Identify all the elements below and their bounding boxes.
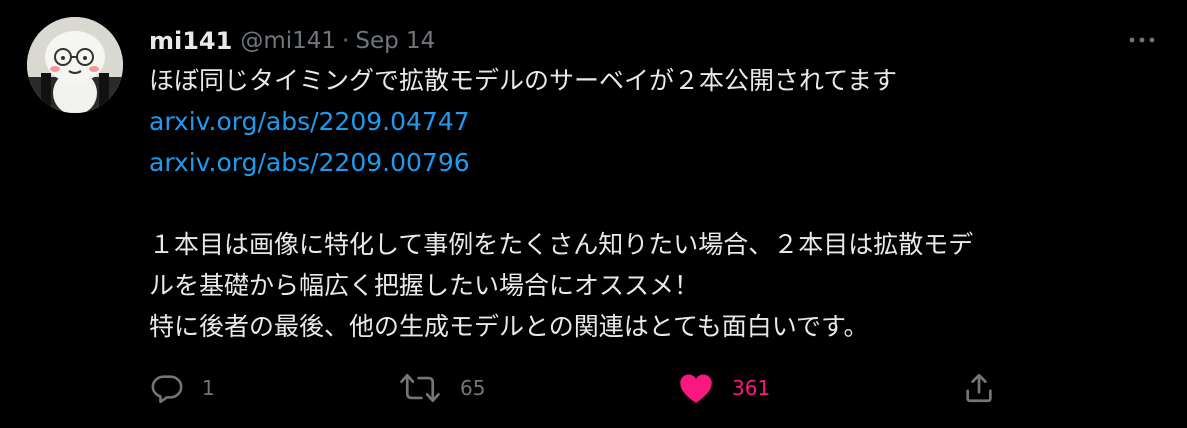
like-count: 361 bbox=[732, 376, 771, 400]
tweet-link-2[interactable]: arxiv.org/abs/2209.00796 bbox=[149, 142, 1159, 183]
share-icon bbox=[966, 373, 992, 403]
retweet-icon bbox=[400, 373, 440, 403]
user-handle[interactable]: @mi141 bbox=[240, 28, 336, 54]
tweet-text-line: ほぼ同じタイミングで拡散モデルのサーベイが２本公開されてます bbox=[149, 66, 898, 95]
share-button[interactable] bbox=[962, 366, 996, 410]
tweet-link-1[interactable]: arxiv.org/abs/2209.04747 bbox=[149, 101, 1159, 142]
reply-count: 1 bbox=[202, 376, 215, 400]
tweet-text-line: ルを基礎から幅広く把握したい場合にオススメ！ bbox=[149, 271, 700, 300]
separator-dot: · bbox=[342, 28, 350, 54]
avatar-image bbox=[27, 17, 123, 113]
display-name[interactable]: mi141 bbox=[149, 27, 232, 55]
reply-button[interactable]: 1 bbox=[150, 366, 215, 410]
more-icon bbox=[1129, 37, 1155, 43]
tweet-header: mi141 @mi141 · Sep 14 bbox=[149, 24, 435, 58]
tweet-text-line: １本目は画像に特化して事例をたくさん知りたい場合、２本目は拡散モデ bbox=[149, 230, 974, 259]
more-button[interactable] bbox=[1126, 30, 1158, 50]
tweet[interactable]: mi141 @mi141 · Sep 14 ほぼ同じタイミングで拡散モデルのサー… bbox=[0, 0, 1187, 428]
tweet-text: ほぼ同じタイミングで拡散モデルのサーベイが２本公開されてます arxiv.org… bbox=[149, 60, 1159, 347]
avatar[interactable] bbox=[27, 17, 123, 113]
reply-icon bbox=[151, 375, 183, 404]
tweet-date[interactable]: Sep 14 bbox=[355, 28, 435, 54]
heart-icon bbox=[680, 374, 712, 403]
like-button[interactable]: 361 bbox=[678, 366, 770, 410]
retweet-button[interactable]: 65 bbox=[398, 366, 485, 410]
tweet-actions: 1 65 361 bbox=[0, 366, 1187, 410]
tweet-text-line: 特に後者の最後、他の生成モデルとの関連はとても面白いです。 bbox=[149, 312, 869, 341]
retweet-count: 65 bbox=[460, 376, 486, 400]
